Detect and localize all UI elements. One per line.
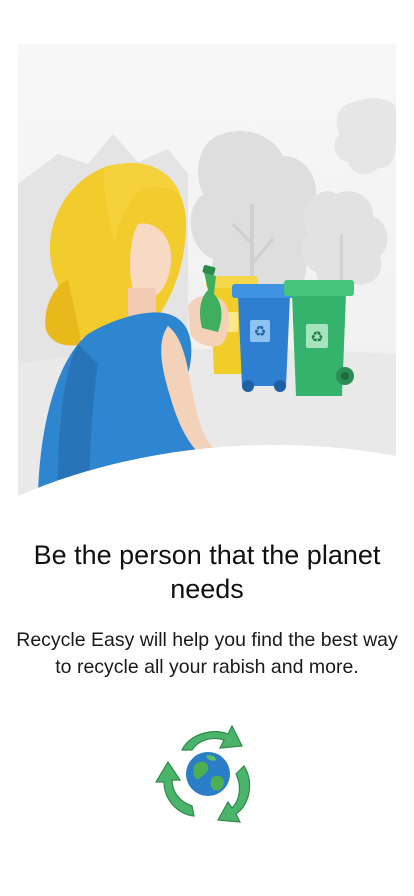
onboarding-headline: Be the person that the planet needs xyxy=(33,540,381,604)
hero-illustration: ♻ ♻ xyxy=(18,44,396,520)
onboarding-subtitle: Recycle Easy will help you find the best… xyxy=(16,629,398,678)
recycle-earth-icon xyxy=(154,720,262,826)
svg-text:♻: ♻ xyxy=(310,328,323,346)
svg-text:♻: ♻ xyxy=(254,324,267,340)
